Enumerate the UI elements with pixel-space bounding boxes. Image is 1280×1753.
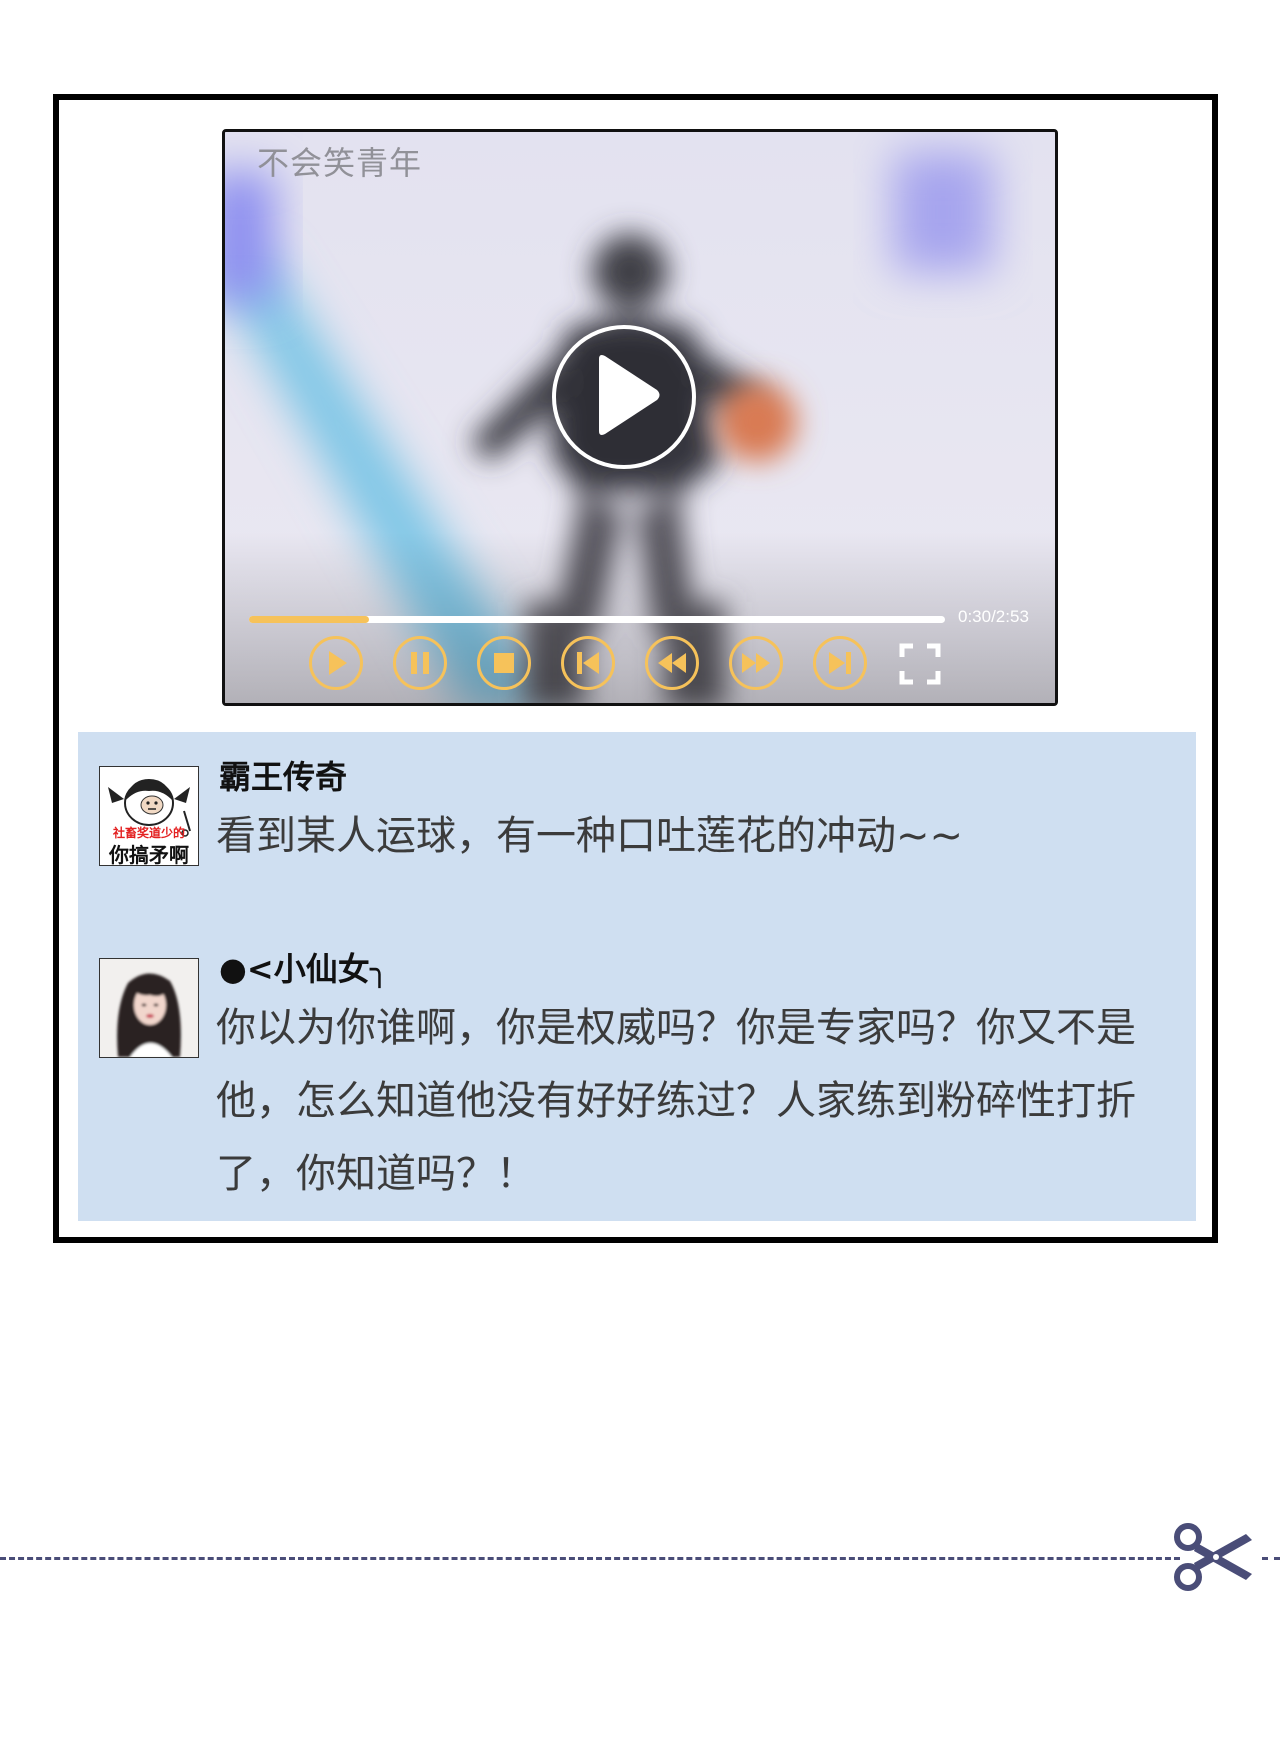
play-icon	[329, 651, 347, 675]
comment-username[interactable]: ●<小仙女╮	[219, 944, 389, 990]
pause-icon	[411, 652, 429, 674]
scissors-icon	[1172, 1522, 1256, 1592]
play-icon	[599, 355, 660, 435]
comment-username[interactable]: 霸王传奇	[219, 752, 347, 798]
skip-forward-icon	[829, 652, 851, 674]
progress-bar-fill	[249, 616, 370, 623]
progress-bar[interactable]	[249, 616, 945, 623]
stop-button[interactable]	[477, 636, 531, 690]
skip-back-button[interactable]	[561, 636, 615, 690]
skip-back-icon	[577, 652, 599, 674]
video-watermark: 不会笑青年	[257, 144, 423, 182]
dashed-cut-line-end	[1262, 1557, 1280, 1560]
rewind-icon	[658, 653, 686, 673]
comment-avatar-meme[interactable]: 社畜奖道少的 你搞矛啊	[99, 766, 199, 866]
big-play-button[interactable]	[552, 325, 696, 469]
fullscreen-icon	[899, 643, 941, 685]
comment-avatar-photo[interactable]	[99, 958, 199, 1058]
skip-forward-button[interactable]	[813, 636, 867, 690]
fullscreen-button[interactable]	[899, 643, 941, 685]
avatar-caption-bottom: 你搞矛啊	[109, 843, 189, 866]
pause-button[interactable]	[393, 636, 447, 690]
video-player[interactable]: 不会笑青年 0:30/2:53	[222, 129, 1058, 706]
time-readout: 0:30/2:53	[958, 607, 1029, 626]
fast-forward-button[interactable]	[729, 636, 783, 690]
stop-icon	[494, 653, 514, 673]
comment-text: 看到某人运球，有一种口吐莲花的冲动~~	[216, 813, 964, 859]
rewind-button[interactable]	[645, 636, 699, 690]
fast-forward-icon	[742, 653, 770, 673]
comment-text: 你以为你谁啊，你是权威吗？你是专家吗？你又不是他，怎么知道他没有好好练过？人家练…	[216, 1005, 1136, 1197]
dashed-cut-line	[0, 1557, 1180, 1560]
play-button[interactable]	[309, 636, 363, 690]
